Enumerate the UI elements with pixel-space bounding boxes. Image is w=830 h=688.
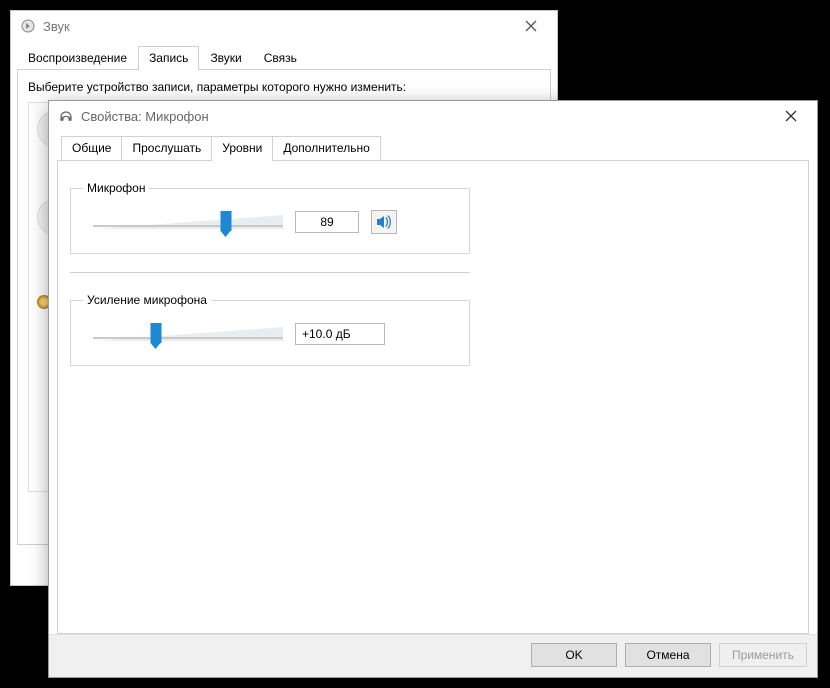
- microphone-boost-value[interactable]: +10.0 дБ: [295, 323, 385, 345]
- sound-title: Звук: [43, 19, 511, 34]
- headset-icon: [57, 107, 75, 125]
- microphone-level-value[interactable]: 89: [295, 211, 359, 233]
- mic-properties-title: Свойства: Микрофон: [81, 109, 771, 124]
- sound-titlebar: Звук: [11, 11, 557, 41]
- sound-icon: [19, 17, 37, 35]
- mic-properties-tabstrip: Общие Прослушать Уровни Дополнительно: [57, 131, 809, 160]
- microphone-group: Микрофон 89: [70, 181, 470, 254]
- mic-properties-titlebar: Свойства: Микрофон: [49, 101, 817, 131]
- microphone-boost-slider[interactable]: [93, 321, 283, 347]
- tab-general[interactable]: Общие: [61, 136, 122, 161]
- tab-levels[interactable]: Уровни: [212, 136, 273, 161]
- microphone-boost-group: Усиление микрофона +10.0 дБ: [70, 293, 470, 366]
- sound-tabstrip: Воспроизведение Запись Звуки Связь: [11, 41, 557, 69]
- tab-advanced[interactable]: Дополнительно: [273, 136, 380, 161]
- tab-sounds[interactable]: Звуки: [199, 46, 252, 70]
- group-divider: [70, 272, 470, 273]
- mic-properties-window: Свойства: Микрофон Общие Прослушать Уров…: [48, 100, 818, 678]
- microphone-mute-button[interactable]: [371, 210, 397, 234]
- cancel-button[interactable]: Отмена: [625, 643, 711, 667]
- tab-playback[interactable]: Воспроизведение: [17, 46, 138, 70]
- microphone-boost-legend: Усиление микрофона: [83, 293, 211, 307]
- microphone-level-slider[interactable]: [93, 209, 283, 235]
- sound-close-button[interactable]: [511, 12, 551, 40]
- mic-properties-close-button[interactable]: [771, 102, 811, 130]
- tab-listen[interactable]: Прослушать: [122, 136, 212, 161]
- microphone-legend: Микрофон: [83, 181, 149, 195]
- mic-properties-button-row: OK Отмена Применить: [49, 634, 817, 677]
- levels-tab-content: Микрофон 89: [57, 160, 809, 634]
- speaker-icon: [375, 213, 393, 231]
- ok-button[interactable]: OK: [531, 643, 617, 667]
- apply-button: Применить: [719, 643, 807, 667]
- recording-hint: Выберите устройство записи, параметры ко…: [28, 80, 540, 94]
- tab-communications[interactable]: Связь: [253, 46, 308, 70]
- tab-recording[interactable]: Запись: [138, 46, 199, 70]
